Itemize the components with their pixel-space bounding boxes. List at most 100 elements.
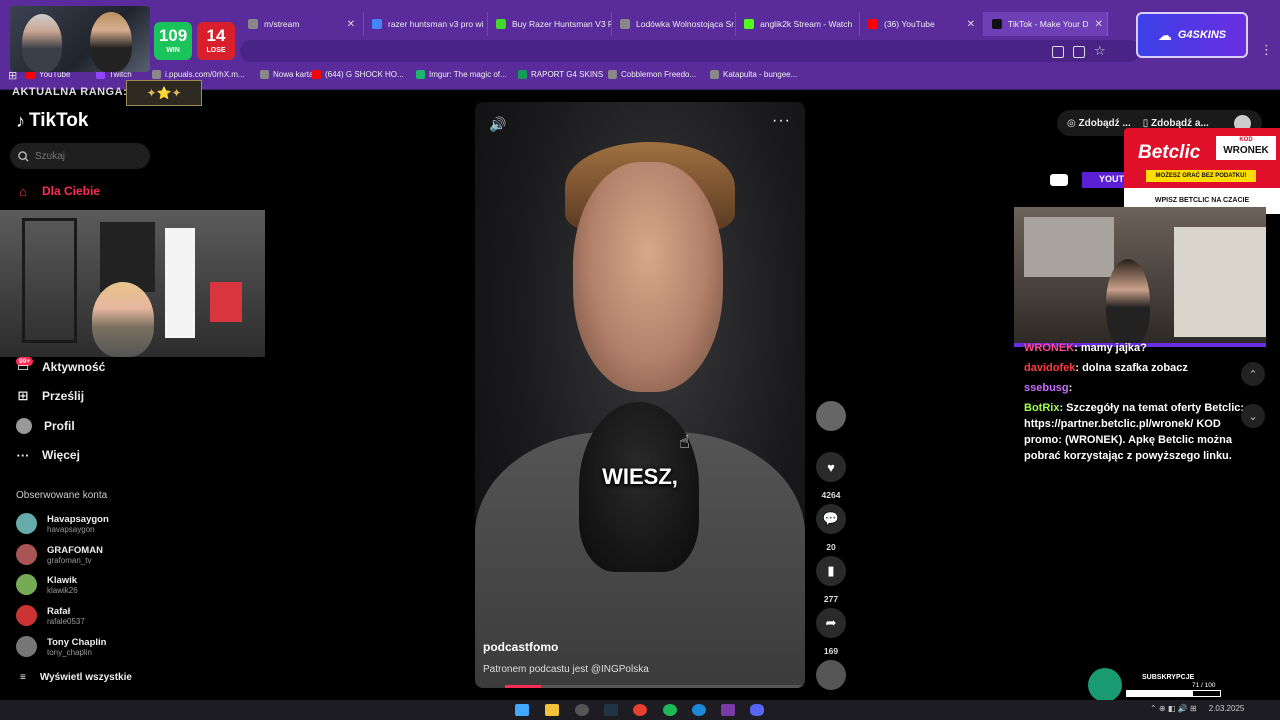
steam-icon[interactable] bbox=[604, 704, 618, 716]
browser-tab[interactable]: anglik2k Stream - Watch✕ bbox=[736, 12, 860, 36]
tab-close-icon[interactable]: ✕ bbox=[967, 19, 975, 30]
address-bar[interactable] bbox=[240, 40, 1140, 62]
bookmark-item[interactable]: RAPORT G4 SKINS bbox=[518, 70, 603, 79]
system-tray: ⌃ ⊕ ◧ 🔊 ⊞ 2.03.2025 bbox=[1150, 704, 1245, 713]
video-more-icon[interactable]: ··· bbox=[772, 112, 791, 130]
windows-start-icon[interactable] bbox=[515, 704, 529, 716]
translate-icon[interactable] bbox=[1052, 46, 1064, 58]
chip-app[interactable]: ▯ Zdobądź a... bbox=[1143, 118, 1209, 129]
comment-button[interactable]: 💬 20 bbox=[816, 504, 846, 552]
tab-favicon-icon bbox=[744, 19, 754, 29]
share-button[interactable]: ➦ 169 bbox=[816, 608, 846, 656]
bookmark-item[interactable]: Imgur: The magic of... bbox=[416, 70, 507, 79]
bookmark-item[interactable]: (644) G SHOCK HO... bbox=[312, 70, 404, 79]
bookmark-item[interactable]: Nowa karta bbox=[260, 70, 313, 79]
subs-goal-widget: SUBSKRYPCJE 71 / 100 bbox=[1088, 668, 1228, 704]
browser-tab[interactable]: Lodówka Wolnostojąca Sr✕ bbox=[612, 12, 736, 36]
g4skins-button[interactable]: ☁ G4SKINS bbox=[1136, 12, 1248, 58]
followed-account[interactable]: Tony Chaplin tony_chaplin bbox=[16, 636, 106, 657]
tiktok-logo[interactable]: ♪ TikTok bbox=[16, 110, 88, 132]
edge-icon[interactable] bbox=[692, 704, 706, 716]
bookmark-favicon-icon bbox=[152, 70, 161, 79]
chat-username[interactable]: WRONEK bbox=[1024, 342, 1074, 354]
account-avatar bbox=[16, 636, 37, 657]
chat-username[interactable]: ssebusg bbox=[1024, 382, 1069, 394]
app-icon[interactable] bbox=[721, 704, 735, 716]
bookmark-item[interactable]: i.ppuals.com/0rhX.m... bbox=[152, 70, 245, 79]
chip-coins[interactable]: ◎ Zdobądź ... bbox=[1067, 118, 1131, 129]
browser-tab[interactable]: (36) YouTube ✕ bbox=[860, 12, 984, 36]
spotify-icon[interactable] bbox=[663, 704, 677, 716]
betclic-code-box: KOD WRONEK bbox=[1216, 136, 1276, 160]
tab-title: Lodówka Wolnostojąca Sr bbox=[636, 19, 735, 29]
account-handle: klawik26 bbox=[47, 585, 78, 595]
profile-icon bbox=[16, 418, 32, 434]
bookmark-item[interactable]: Katapulta - bungee... bbox=[710, 70, 797, 79]
list-icon: ≡ bbox=[20, 672, 26, 683]
chrome-icon[interactable] bbox=[633, 704, 647, 716]
like-count: 4264 bbox=[821, 490, 841, 500]
chat-text: : bbox=[1068, 382, 1073, 394]
save-count: 277 bbox=[823, 594, 839, 604]
followed-account[interactable]: Rafał rafale0537 bbox=[16, 605, 85, 626]
browser-menu-icon[interactable]: ⋮ bbox=[1260, 42, 1273, 58]
followed-account[interactable]: Klawik klawik26 bbox=[16, 574, 78, 595]
search-box[interactable] bbox=[10, 143, 150, 169]
browser-tab[interactable]: TikTok - Make Your D ✕ bbox=[984, 12, 1108, 36]
chat-message: ssebusg: bbox=[1024, 380, 1256, 396]
account-handle: havapsaygon bbox=[47, 524, 95, 534]
nav-profile[interactable]: Profil bbox=[16, 418, 75, 434]
tab-favicon-icon bbox=[620, 19, 630, 29]
betclic-logo: Betclic bbox=[1138, 142, 1201, 163]
video-progress-bar[interactable] bbox=[505, 685, 805, 688]
show-all-link[interactable]: ≡ Wyświetl wszystkie bbox=[20, 672, 132, 683]
tray-date: 2.03.2025 bbox=[1208, 704, 1245, 713]
video-author[interactable]: podcastfomo bbox=[483, 640, 558, 654]
video-caption: WIESZ, bbox=[602, 464, 678, 489]
chevron-down-icon[interactable]: ⌄ bbox=[1241, 404, 1265, 428]
nav-upload[interactable]: ⊞ Prześlij bbox=[16, 388, 84, 403]
tab-favicon-icon bbox=[992, 19, 1002, 29]
tab-close-icon[interactable]: ✕ bbox=[347, 19, 355, 30]
browser-tab[interactable]: Buy Razer Huntsman V3 P✕ bbox=[488, 12, 612, 36]
followed-account[interactable]: GRAFOMAN grafoman_tv bbox=[16, 544, 103, 565]
install-app-icon[interactable] bbox=[1073, 46, 1085, 58]
tab-favicon-icon bbox=[248, 19, 258, 29]
betclic-strip: MOŻESZ GRAĆ BEZ PODATKU! bbox=[1146, 170, 1256, 182]
bookmark-favicon-icon bbox=[312, 70, 321, 79]
bookmark-item[interactable]: Cobblemon Freedo... bbox=[608, 70, 696, 79]
video-player[interactable]: WIESZ, 🔊 ··· ☝ podcastfomo Patronem podc… bbox=[475, 102, 805, 688]
chat-username[interactable]: davidofek bbox=[1024, 362, 1075, 374]
nav-activity-label: Aktywność bbox=[42, 360, 106, 374]
nav-more[interactable]: ··· Więcej bbox=[16, 447, 80, 463]
browser-tab[interactable]: m/stream ✕ bbox=[240, 12, 364, 36]
chat-username[interactable]: BotRix bbox=[1024, 402, 1059, 414]
bookmark-favicon-icon bbox=[260, 70, 269, 79]
save-button[interactable]: ▮ 277 bbox=[816, 556, 846, 604]
account-handle: rafale0537 bbox=[47, 616, 85, 626]
tab-title: Buy Razer Huntsman V3 P bbox=[512, 19, 612, 29]
wins-label: WIN bbox=[166, 47, 180, 54]
nav-for-you-label: Dla Ciebie bbox=[42, 184, 101, 198]
music-disc-button[interactable] bbox=[816, 660, 846, 690]
like-button[interactable]: ♥ 4264 bbox=[816, 452, 846, 500]
kitchen-counter bbox=[1174, 227, 1266, 337]
youtube-button[interactable]: YOUT bbox=[1082, 172, 1124, 188]
wins-counter: 109 WIN bbox=[154, 22, 192, 60]
more-icon: ··· bbox=[16, 447, 30, 463]
discord-icon[interactable] bbox=[750, 704, 764, 716]
losses-value: 14 bbox=[206, 26, 226, 45]
tab-close-icon[interactable]: ✕ bbox=[1094, 19, 1102, 30]
file-explorer-icon[interactable] bbox=[545, 704, 559, 716]
bookmark-star-icon[interactable]: ☆ bbox=[1094, 43, 1106, 59]
author-avatar-button[interactable] bbox=[816, 401, 846, 431]
nav-activity[interactable]: ▭ Aktywność bbox=[16, 359, 106, 374]
search-input[interactable] bbox=[35, 150, 135, 162]
browser-tab[interactable]: razer huntsman v3 pro wi✕ bbox=[364, 12, 488, 36]
tiktok-logo-text: TikTok bbox=[29, 110, 89, 131]
followed-account[interactable]: Havapsaygon havapsaygon bbox=[16, 513, 109, 534]
nav-for-you[interactable]: ⌂ Dla Ciebie bbox=[16, 184, 101, 199]
chevron-up-icon[interactable]: ⌃ bbox=[1241, 362, 1265, 386]
obs-icon[interactable] bbox=[575, 704, 589, 716]
volume-icon[interactable]: 🔊 bbox=[489, 116, 506, 133]
